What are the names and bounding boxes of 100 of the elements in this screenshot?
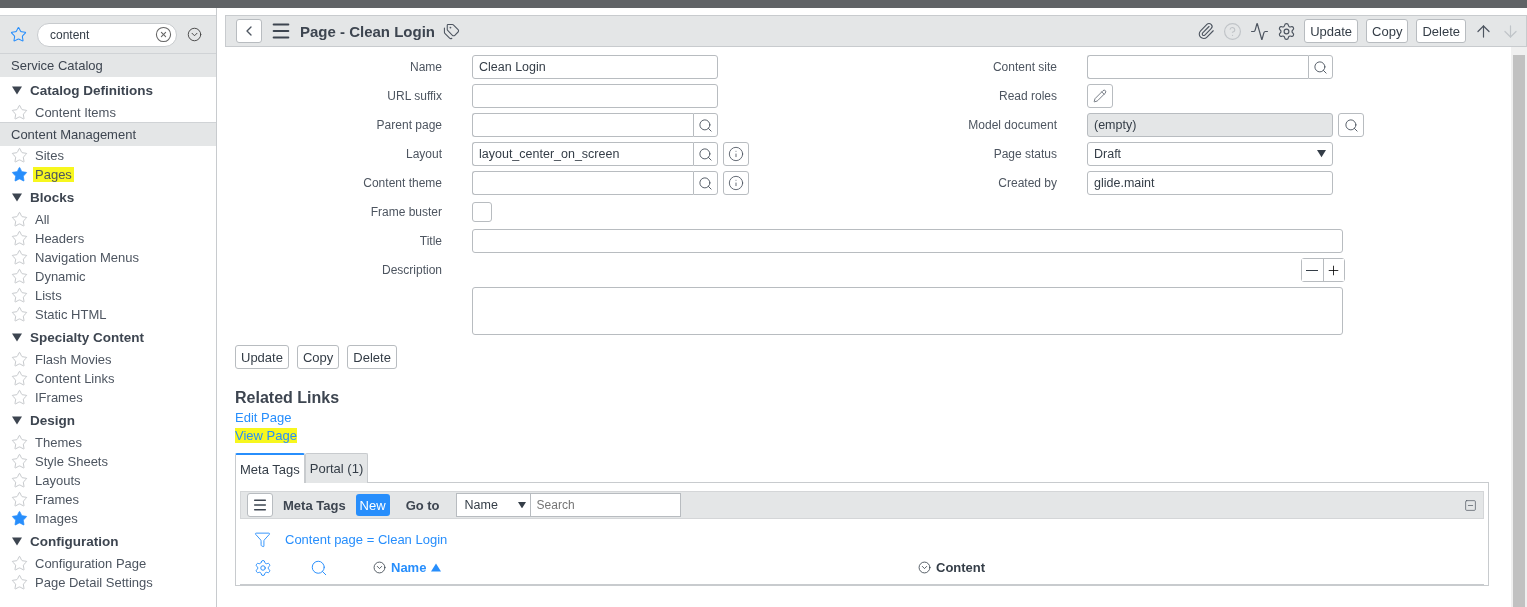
collapse-triangle-icon[interactable] (12, 85, 22, 95)
star-icon[interactable] (11, 351, 28, 368)
nav-group[interactable]: Configuration (30, 533, 119, 549)
nav-item[interactable]: Pages (33, 167, 74, 182)
nav-group[interactable]: Blocks (30, 189, 75, 205)
collapse-triangle-icon[interactable] (12, 332, 22, 342)
star-icon[interactable] (11, 491, 28, 508)
nav-item[interactable]: Flash Movies (33, 352, 114, 367)
filter-icon (254, 530, 271, 548)
select-field[interactable]: Draft (1087, 142, 1333, 166)
tags-icon (443, 22, 460, 40)
lookup-button[interactable] (693, 113, 718, 137)
nav-item[interactable]: Themes (33, 435, 84, 450)
info-button[interactable] (723, 142, 749, 166)
reference-field[interactable] (1087, 55, 1308, 79)
column-header[interactable]: Content (918, 560, 986, 575)
list-title: Meta Tags (283, 497, 346, 513)
reference-field[interactable]: layout_center_on_screen (472, 142, 693, 166)
star-icon[interactable] (11, 147, 28, 164)
field-label: Frame buster (369, 205, 442, 219)
field-label: URL suffix (386, 89, 442, 103)
nav-item[interactable]: IFrames (33, 390, 85, 405)
nav-group[interactable]: Design (30, 412, 75, 428)
star-icon[interactable] (11, 104, 28, 121)
checkbox[interactable] (472, 202, 492, 222)
collapse-triangle-icon[interactable] (12, 415, 22, 425)
field-label: Parent page (375, 118, 442, 132)
description-field[interactable] (472, 287, 1343, 335)
field-label: Page status (992, 147, 1057, 161)
nav-item[interactable]: Content Items (33, 105, 118, 120)
header-button[interactable]: Update (1304, 19, 1359, 43)
nav-item[interactable]: Navigation Menus (33, 250, 142, 265)
scrollbar[interactable] (1511, 47, 1527, 607)
dropdown-icon (187, 27, 202, 42)
back-button[interactable] (236, 19, 262, 43)
search-icon (1313, 59, 1328, 75)
header-button[interactable]: Delete (1416, 19, 1466, 43)
expand-button[interactable] (1322, 259, 1344, 281)
text-field[interactable] (472, 229, 1343, 253)
star-icon[interactable] (11, 230, 28, 247)
nav-item[interactable]: Layouts (33, 473, 83, 488)
nav-item[interactable]: Frames (33, 492, 82, 507)
star-icon[interactable] (11, 268, 28, 285)
star-icon[interactable] (11, 249, 28, 266)
star-icon[interactable] (11, 389, 28, 406)
nav-item[interactable]: Style Sheets (33, 454, 110, 469)
form-button[interactable]: Update (235, 345, 289, 369)
nav-group[interactable]: Specialty Content (30, 329, 145, 345)
nav-item[interactable]: Headers (33, 231, 87, 246)
form-button[interactable]: Delete (347, 345, 397, 369)
info-button[interactable] (723, 171, 749, 195)
form-button[interactable]: Copy (296, 345, 340, 369)
nav-item[interactable]: Dynamic (33, 269, 88, 284)
star-icon[interactable] (11, 211, 28, 228)
search-field[interactable]: Search (530, 493, 681, 517)
text-field[interactable]: Clean Login (472, 55, 718, 79)
star-icon[interactable] (11, 453, 28, 470)
field-label: Title (418, 234, 442, 248)
star-icon[interactable] (11, 434, 28, 451)
dropdown-arrow-icon (517, 501, 526, 509)
list-menu-button[interactable] (247, 493, 273, 517)
star-icon[interactable] (11, 574, 28, 591)
nav-group[interactable]: Catalog Definitions (30, 82, 153, 98)
star-icon[interactable] (11, 555, 28, 572)
search-icon (698, 146, 713, 162)
lookup-button[interactable] (693, 142, 718, 166)
collapse-triangle-icon[interactable] (12, 536, 22, 546)
tab[interactable]: Portal (1) (304, 453, 369, 483)
nav-item[interactable]: Images (33, 511, 80, 526)
filter-field[interactable]: content (37, 22, 177, 47)
edit-button[interactable] (1087, 84, 1113, 108)
collapse-triangle-icon[interactable] (12, 192, 22, 202)
reference-field[interactable] (472, 171, 693, 195)
goto-select[interactable]: Name (455, 493, 531, 517)
plus-icon (1326, 262, 1342, 278)
nav-item[interactable]: Page Detail Settings (33, 575, 155, 590)
text-field[interactable]: glide.maint (1087, 171, 1333, 195)
nav-item[interactable]: Lists (33, 288, 64, 303)
lookup-button[interactable] (693, 171, 718, 195)
search-button[interactable] (1338, 113, 1364, 137)
header-button[interactable]: Copy (1366, 19, 1409, 43)
tab[interactable]: Meta Tags (235, 453, 305, 483)
reference-field[interactable] (472, 113, 693, 137)
lookup-button[interactable] (1308, 55, 1333, 79)
star-icon[interactable] (11, 306, 28, 323)
minus-icon (1306, 269, 1319, 271)
nav-item[interactable]: Configuration Page (33, 556, 149, 571)
text-field[interactable] (472, 84, 718, 108)
dropdown-arrow-icon (1317, 150, 1326, 158)
star-icon[interactable] (11, 510, 28, 527)
nav-item[interactable]: Content Links (33, 371, 117, 386)
nav-item[interactable]: Sites (33, 148, 66, 163)
nav-section[interactable]: Service Catalog (0, 53, 216, 77)
star-icon[interactable] (11, 472, 28, 489)
nav-item[interactable]: Static HTML (33, 307, 109, 322)
star-icon[interactable] (11, 287, 28, 304)
nav-item[interactable]: All (33, 212, 52, 227)
star-icon[interactable] (11, 166, 28, 183)
nav-section[interactable]: Content Management (0, 122, 216, 146)
star-icon[interactable] (11, 370, 28, 387)
